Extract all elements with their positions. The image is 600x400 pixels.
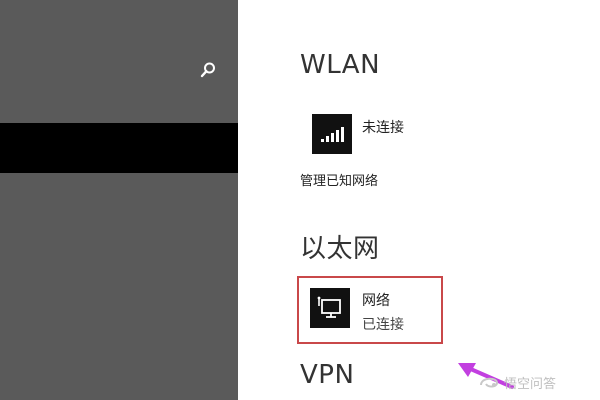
ethernet-monitor-icon (317, 296, 341, 318)
network-settings-pane: WLAN 未连接 管理已知网络 以太网 网络 已连接 VPN (238, 0, 600, 400)
vpn-section-title: VPN (300, 360, 355, 390)
wlan-network-status: 未连接 (362, 120, 404, 136)
ethernet-network-name: 网络 (362, 293, 390, 309)
wlan-section-title: WLAN (300, 50, 381, 80)
selected-category-bar[interactable] (0, 123, 238, 173)
manage-known-networks-link[interactable]: 管理已知网络 (300, 170, 378, 189)
watermark-text: 悟空问答 (504, 376, 557, 392)
wlan-network-tile[interactable] (312, 114, 352, 154)
wifi-signal-icon (321, 127, 344, 142)
search-button[interactable] (196, 58, 220, 82)
ethernet-network-tile[interactable] (310, 288, 350, 328)
ethernet-network-status: 已连接 (362, 317, 404, 333)
watermark: 悟空问答 (478, 370, 556, 394)
watermark-logo-icon (480, 377, 499, 388)
left-pane (0, 0, 238, 400)
search-icon (200, 62, 215, 78)
ethernet-section-title: 以太网 (300, 234, 380, 264)
